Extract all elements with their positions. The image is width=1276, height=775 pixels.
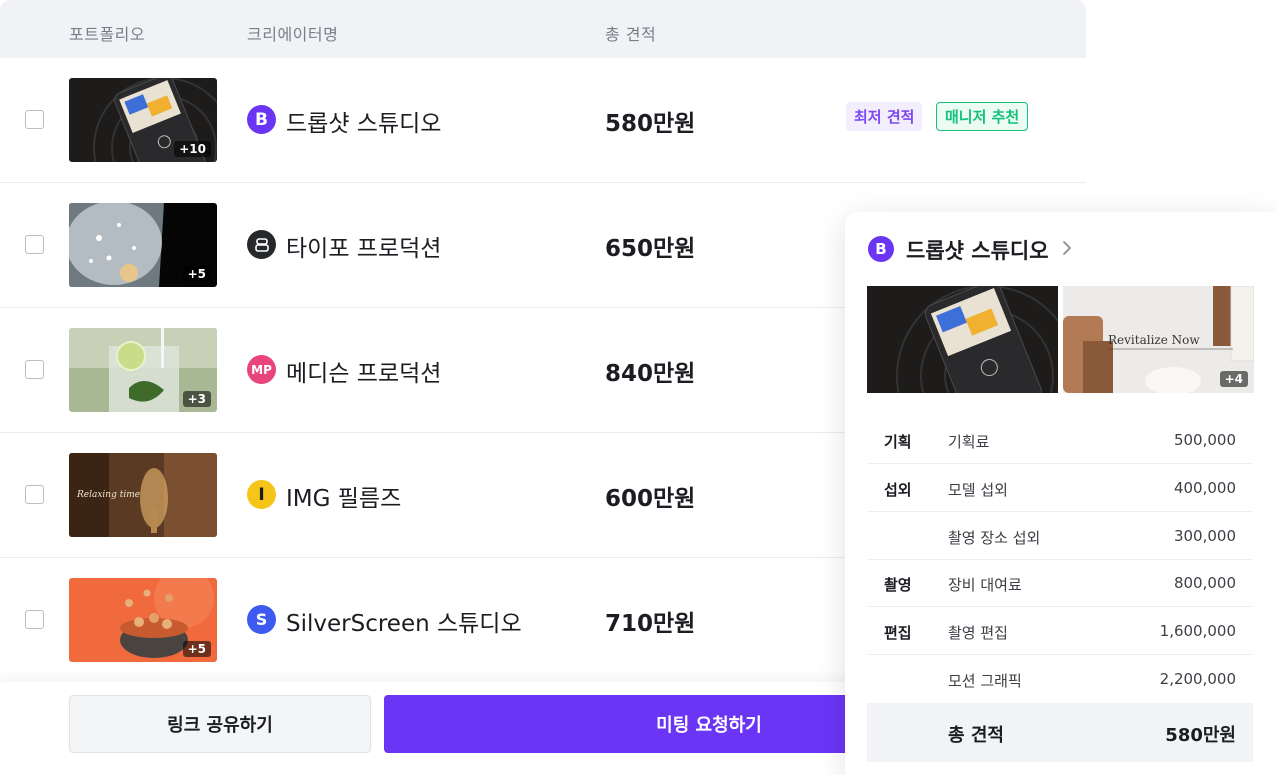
row-checkbox[interactable] xyxy=(25,360,44,379)
cost-amount: 300,000 xyxy=(1173,527,1236,545)
detail-portfolio-image[interactable] xyxy=(867,286,1058,393)
creator-logo: MP xyxy=(247,355,276,384)
thumbnail-count: +5 xyxy=(182,266,211,282)
cost-category: 편집 xyxy=(884,624,912,642)
row-checkbox[interactable] xyxy=(25,235,44,254)
portfolio-thumbnail[interactable]: Relaxing time xyxy=(69,453,217,537)
lowest-quote-badge: 최저 견적 xyxy=(846,102,923,131)
cost-item: 촬영 장소 섭외 xyxy=(948,529,1041,547)
row-checkbox[interactable] xyxy=(25,485,44,504)
portfolio-thumbnail[interactable]: +10 xyxy=(69,78,217,162)
cost-item: 촬영 편집 xyxy=(948,624,1008,642)
cost-row: 기획 기획료 500,000 xyxy=(867,416,1253,464)
detail-portfolio-image[interactable]: Revitalize Now +4 xyxy=(1063,286,1254,393)
image-caption: Revitalize Now xyxy=(1108,333,1200,347)
total-price: 600만원 xyxy=(605,486,696,512)
creator-logo: B xyxy=(247,105,276,134)
cost-item: 기획료 xyxy=(948,433,990,451)
creator-name[interactable]: 드롭샷 스튜디오 xyxy=(286,104,441,138)
cost-amount: 2,200,000 xyxy=(1159,670,1236,688)
thumbnail-count: +10 xyxy=(174,141,211,157)
total-price: 580만원 xyxy=(605,111,696,137)
creator-name[interactable]: 메디슨 프로덕션 xyxy=(286,354,441,388)
total-value: 580만원 xyxy=(1165,725,1236,746)
share-link-button[interactable]: 링크 공유하기 xyxy=(69,695,371,753)
cost-amount: 1,600,000 xyxy=(1159,622,1236,640)
header-total: 총 견적 xyxy=(605,25,657,44)
cost-category: 기획 xyxy=(884,433,912,451)
table-row[interactable]: +10 B 드롭샷 스튜디오 580만원 최저 견적 매니저 추천 xyxy=(0,58,1086,183)
creator-name[interactable]: 타이포 프로덕션 xyxy=(286,229,441,263)
manager-recommend-badge: 매니저 추천 xyxy=(936,102,1029,131)
music-app-image xyxy=(867,286,1058,393)
cost-category: 섭외 xyxy=(884,481,912,499)
cost-row: 편집 촬영 편집 1,600,000 xyxy=(867,607,1253,655)
cost-item: 모션 그래픽 xyxy=(948,672,1022,690)
total-price: 840만원 xyxy=(605,361,696,387)
cost-row: 촬영 장비 대여료 800,000 xyxy=(867,559,1253,607)
cost-item: 모델 섭외 xyxy=(948,481,1008,499)
relaxing-room-image: Relaxing time xyxy=(69,453,217,537)
cost-amount: 500,000 xyxy=(1173,431,1236,449)
row-checkbox[interactable] xyxy=(25,610,44,629)
row-checkbox[interactable] xyxy=(25,110,44,129)
total-price: 650만원 xyxy=(605,236,696,262)
quote-detail-panel: B 드롭샷 스튜디오 Revitalize Now +4 기획 기획료 500,… xyxy=(845,212,1276,775)
portfolio-thumbnail[interactable]: +5 xyxy=(69,578,217,662)
total-row: 총 견적 580만원 xyxy=(867,703,1253,762)
thumbnail-caption: Relaxing time xyxy=(76,490,140,500)
creator-logo xyxy=(247,230,276,259)
detail-creator-title[interactable]: 드롭샷 스튜디오 xyxy=(906,235,1049,265)
cost-row: 모션 그래픽 2,200,000 xyxy=(867,655,1253,703)
total-label: 총 견적 xyxy=(948,725,1004,746)
creator-name[interactable]: SilverScreen 스튜디오 xyxy=(286,604,522,638)
cost-amount: 400,000 xyxy=(1173,479,1236,497)
cost-amount: 800,000 xyxy=(1173,574,1236,592)
thumbnail-count: +3 xyxy=(182,391,211,407)
creator-logo: B xyxy=(868,236,894,262)
total-price: 710만원 xyxy=(605,611,696,637)
table-header: 포트폴리오 크리에이터명 총 견적 xyxy=(0,0,1086,58)
portfolio-thumbnail[interactable]: +5 xyxy=(69,203,217,287)
cost-item: 장비 대여료 xyxy=(948,576,1022,594)
image-count: +4 xyxy=(1219,371,1248,387)
portfolio-thumbnail[interactable]: +3 xyxy=(69,328,217,412)
creator-logo: S xyxy=(247,605,276,634)
cost-category: 촬영 xyxy=(884,576,912,594)
creator-logo: I xyxy=(247,480,276,509)
header-portfolio: 포트폴리오 xyxy=(69,25,146,44)
header-creator: 크리에이터명 xyxy=(247,25,339,44)
creator-name[interactable]: IMG 필름즈 xyxy=(286,479,401,513)
thumbnail-count: +5 xyxy=(182,641,211,657)
cost-row: 섭외 모델 섭외 400,000 xyxy=(867,464,1253,512)
cost-row: 촬영 장소 섭외 300,000 xyxy=(867,512,1253,560)
typo-logo-icon xyxy=(254,237,269,252)
chevron-right-icon[interactable] xyxy=(1059,238,1075,258)
